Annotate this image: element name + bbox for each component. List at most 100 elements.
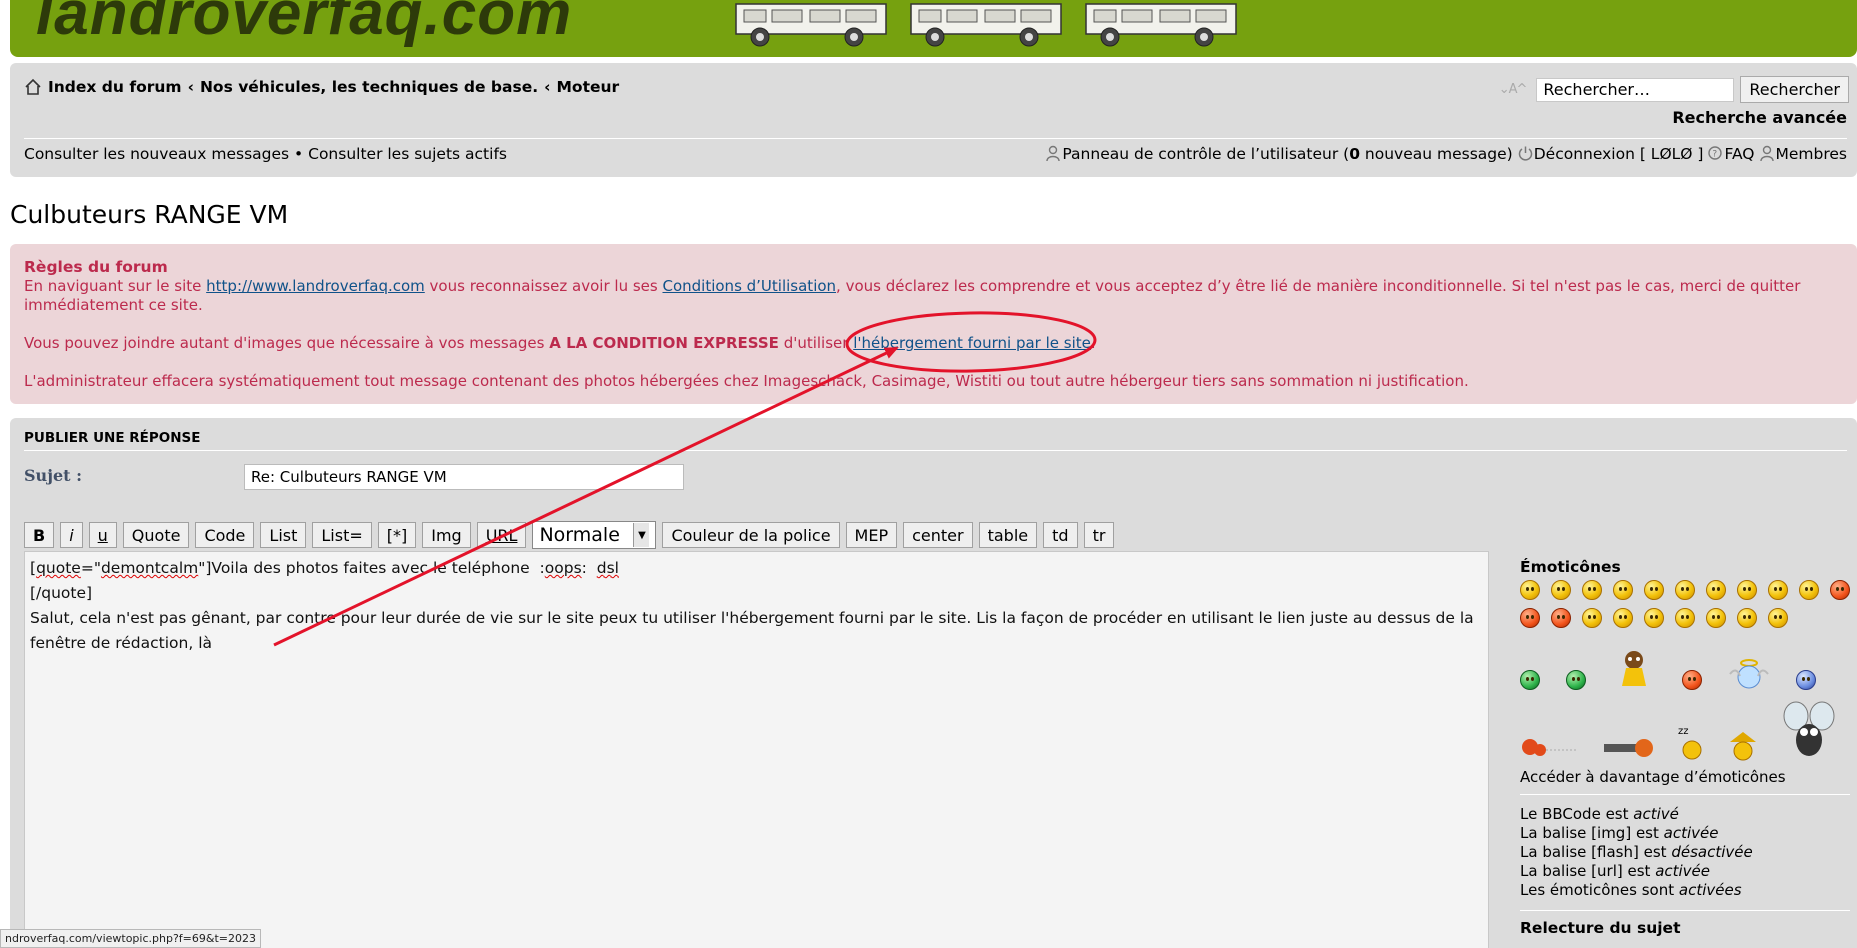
site-url-link[interactable]: http://www.landroverfaq.com xyxy=(206,277,425,295)
font-color-button[interactable]: Couleur de la police xyxy=(662,522,840,548)
smiley-surprised-icon[interactable] xyxy=(1613,580,1633,600)
logout-link[interactable]: Déconnexion [ LØLØ ] xyxy=(1517,145,1704,163)
smiley-sleep-icon[interactable]: zz xyxy=(1676,722,1706,762)
form-title: PUBLIER UNE RÉPONSE xyxy=(24,430,201,446)
smiley-idea-icon[interactable] xyxy=(1706,608,1726,628)
smiley-cool-icon[interactable] xyxy=(1706,580,1726,600)
forum-rules: Règles du forum En naviguant sur le site… xyxy=(10,244,1857,404)
status-label: La balise [img] est xyxy=(1520,824,1664,842)
more-smilies-link[interactable]: Accéder à davantage d’émoticônes xyxy=(1520,768,1850,795)
table-button[interactable]: table xyxy=(978,522,1038,548)
smiley-evil-icon[interactable] xyxy=(1520,608,1540,628)
subject-input[interactable] xyxy=(244,464,684,490)
members-link[interactable]: Membres xyxy=(1759,145,1847,163)
new-posts-link[interactable]: Consulter les nouveaux messages xyxy=(24,145,289,163)
flash-status-line: La balise [flash] est désactivée xyxy=(1520,843,1850,862)
breadcrumb-engine[interactable]: Moteur xyxy=(557,78,620,96)
smiley-tongue-icon[interactable] xyxy=(1799,580,1819,600)
bbcode-toolbar: B i u Quote Code List List= [*] Img URL … xyxy=(24,521,1115,549)
tr-button[interactable]: tr xyxy=(1083,522,1115,548)
ucp-label-prefix: Panneau de contrôle de l’utilisateur ( xyxy=(1062,145,1350,163)
editor-text: [/quote] xyxy=(30,584,93,602)
smiley-love-icon[interactable] xyxy=(1682,670,1702,690)
editor-text: Salut, cela n'est pas gênant, par contre… xyxy=(30,609,1479,652)
smiley-twisted-icon[interactable] xyxy=(1551,608,1571,628)
td-button[interactable]: td xyxy=(1043,522,1078,548)
status-value: désactivée xyxy=(1671,843,1753,861)
smiley-smile-icon[interactable] xyxy=(1551,580,1571,600)
smiley-sad-icon[interactable] xyxy=(1582,580,1602,600)
bold-button[interactable]: B xyxy=(24,522,55,548)
italic-button[interactable]: i xyxy=(60,522,83,548)
faq-link[interactable]: ? FAQ xyxy=(1707,145,1755,163)
topic-review-title[interactable]: Relecture du sujet xyxy=(1520,910,1850,937)
smiley-question-icon[interactable] xyxy=(1675,608,1695,628)
user-panel-icon xyxy=(1046,145,1061,162)
smiley-wink-icon[interactable] xyxy=(1613,608,1633,628)
smiley-sick-icon[interactable] xyxy=(1566,670,1586,690)
smiley-chinese-icon[interactable] xyxy=(1728,730,1758,762)
breadcrumb-index[interactable]: Index du forum xyxy=(48,78,182,96)
rules-paragraph: En naviguant sur le site http://www.land… xyxy=(24,277,1843,315)
breadcrumb-vehicles[interactable]: Nos véhicules, les techniques de base. xyxy=(200,78,538,96)
list-button[interactable]: List xyxy=(260,522,307,548)
editor-text: =" xyxy=(80,559,101,577)
smiley-eek-icon[interactable] xyxy=(1644,580,1664,600)
smiley-flowers-icon[interactable] xyxy=(1520,732,1580,762)
smiley-blue-icon[interactable] xyxy=(1796,670,1816,690)
ucp-link[interactable]: Panneau de contrôle de l’utilisateur (0 … xyxy=(1045,145,1513,163)
smiley-fly-icon[interactable] xyxy=(1780,700,1838,762)
font-size-icon[interactable]: ⌄A^ xyxy=(1499,82,1528,97)
chevron-down-icon: ▼ xyxy=(633,523,650,547)
terms-link[interactable]: Conditions d’Utilisation xyxy=(662,277,836,295)
search-input[interactable] xyxy=(1536,77,1735,102)
smiley-green-icon[interactable] xyxy=(1520,670,1540,690)
status-label: Les émoticônes sont xyxy=(1520,881,1679,899)
smiley-confused-icon[interactable] xyxy=(1675,580,1695,600)
ordered-list-button[interactable]: List= xyxy=(312,522,372,548)
img-button[interactable]: Img xyxy=(422,522,471,548)
smiley-animated-icon[interactable] xyxy=(1612,646,1656,690)
code-button[interactable]: Code xyxy=(195,522,255,548)
truck-illustration xyxy=(1085,3,1237,47)
power-icon xyxy=(1518,146,1532,161)
smiley-razz-icon[interactable] xyxy=(1768,580,1788,600)
image-hosting-link[interactable]: l'hébergement fourni par le site xyxy=(853,334,1091,352)
search-button[interactable]: Rechercher xyxy=(1740,76,1849,103)
smiley-gun-icon[interactable] xyxy=(1602,734,1654,762)
status-label: La balise [url] est xyxy=(1520,862,1656,880)
smiley-mad-icon[interactable] xyxy=(1830,580,1850,600)
smiley-arrow-icon[interactable] xyxy=(1737,608,1757,628)
smiley-exclaim-icon[interactable] xyxy=(1644,608,1664,628)
browser-status-url: ndroverfaq.com/viewtopic.php?f=69&t=2023 xyxy=(0,929,261,948)
editor-misspelled-word: dsl xyxy=(596,559,619,577)
topic-title[interactable]: Culbuteurs RANGE VM xyxy=(10,200,288,229)
banner-trucks xyxy=(732,0,1247,50)
list-item-button[interactable]: [*] xyxy=(377,522,417,548)
quote-button[interactable]: Quote xyxy=(122,522,190,548)
smiley-grin-icon[interactable] xyxy=(1737,580,1757,600)
active-topics-link[interactable]: Consulter les sujets actifs xyxy=(308,145,507,163)
center-button[interactable]: center xyxy=(903,522,973,548)
site-banner[interactable]: landroverfaq.com xyxy=(10,0,1857,57)
post-reply-form: PUBLIER UNE RÉPONSE Sujet : B i u Quote … xyxy=(10,418,1857,948)
smilies-grid xyxy=(1520,580,1850,628)
smiley-roll-icon[interactable] xyxy=(1582,608,1602,628)
site-logo[interactable]: landroverfaq.com xyxy=(36,0,572,49)
smiley-neutral-icon[interactable] xyxy=(1768,608,1788,628)
smiley-laugh-icon[interactable] xyxy=(1520,580,1540,600)
smiley-angel-icon[interactable] xyxy=(1728,658,1770,690)
rules-text: vous reconnaissez avoir lu ses xyxy=(424,277,663,295)
logout-label: Déconnexion [ LØLØ ] xyxy=(1533,145,1704,163)
message-editor[interactable]: [quote="demontcalm"]Voila des photos fai… xyxy=(24,551,1489,948)
link-separator: • xyxy=(294,145,304,163)
rules-paragraph: Vous pouvez joindre autant d'images que … xyxy=(24,334,1843,353)
advanced-search-link[interactable]: Recherche avancée xyxy=(1672,108,1847,127)
mep-button[interactable]: MEP xyxy=(845,522,898,548)
url-button[interactable]: URL xyxy=(476,522,527,548)
breadcrumb-separator: ‹ xyxy=(187,78,194,96)
subject-label: Sujet : xyxy=(24,466,83,485)
rules-text: Vous pouvez joindre autant d'images que … xyxy=(24,334,550,352)
underline-button[interactable]: u xyxy=(88,522,117,548)
font-size-select[interactable]: Normale ▼ xyxy=(532,521,657,549)
